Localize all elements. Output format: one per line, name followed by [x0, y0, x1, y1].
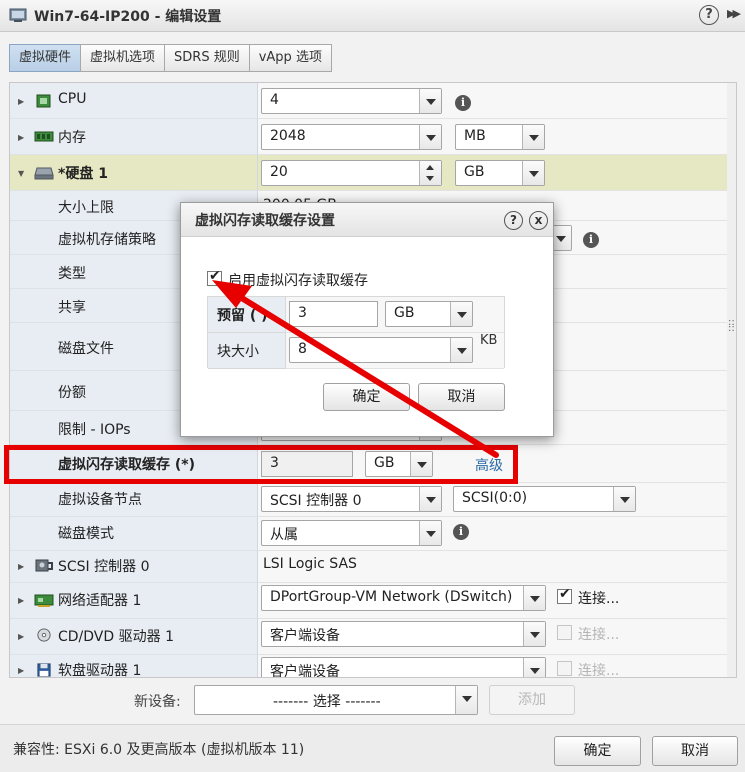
annotation-arrow [212, 280, 499, 458]
arrow-shaft [229, 289, 499, 458]
